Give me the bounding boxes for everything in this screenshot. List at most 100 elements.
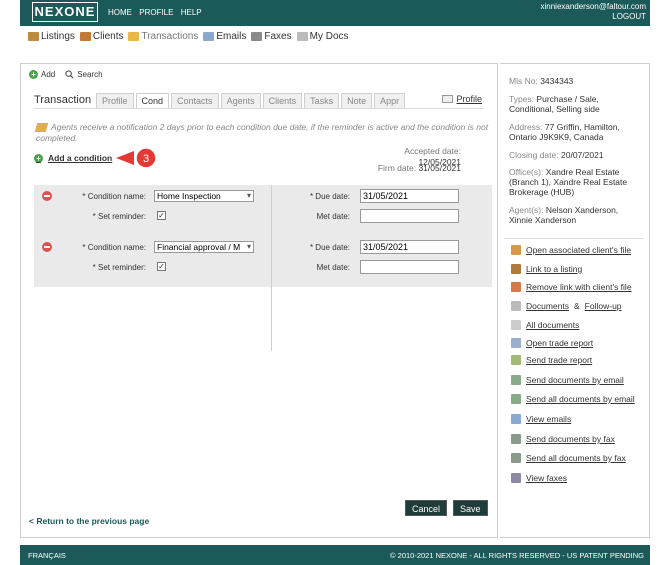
condition-name-select[interactable]: Financial approval / M <box>154 241 254 253</box>
nexone-logo[interactable]: NEXONE <box>32 2 98 22</box>
fax-send-icon <box>511 434 521 444</box>
set-reminder-checkbox[interactable]: ✓ <box>157 211 166 220</box>
action-send-documents-email[interactable]: Send documents by email <box>511 375 624 385</box>
tab-agents[interactable]: Agents <box>220 93 261 108</box>
client-file-icon <box>511 245 521 255</box>
action-send-all-documents-email[interactable]: Send all documents by email <box>511 394 635 404</box>
email-send-icon <box>511 375 521 385</box>
mls-number: Mls No: 3434343 <box>509 76 574 86</box>
condition-name-select[interactable]: Home Inspection <box>154 190 254 202</box>
docs-icon <box>296 32 308 41</box>
save-button[interactable]: Save <box>453 500 488 516</box>
conditions-area: * Condition name: Home Inspection * Set … <box>34 185 492 287</box>
tab-divider <box>34 108 484 109</box>
tab-tasks[interactable]: Tasks <box>304 93 340 108</box>
transaction-info-panel: Mls No: 3434343 Types: Purchase / Sale, … <box>500 63 650 538</box>
search-button[interactable]: Search <box>65 70 103 79</box>
documents-link[interactable]: Documents <box>526 301 569 311</box>
action-view-emails[interactable]: View emails <box>511 414 571 424</box>
due-date-input[interactable]: 31/05/2021 <box>360 240 459 254</box>
folder-icon <box>128 32 140 41</box>
tab-clients[interactable]: Clients <box>262 93 303 108</box>
action-remove-client-link[interactable]: Remove link with client's file <box>511 282 632 292</box>
set-reminder-label: * Set reminder: <box>92 263 146 272</box>
nav-my-docs[interactable]: My Docs <box>296 31 349 42</box>
action-all-documents[interactable]: All documents <box>511 320 579 330</box>
plus-icon: + <box>34 153 43 163</box>
cancel-button[interactable]: Cancel <box>405 500 448 516</box>
top-nav: HOME PROFILE HELP <box>108 8 207 17</box>
fax-send-all-icon <box>511 453 521 463</box>
action-send-documents-fax[interactable]: Send documents by fax <box>511 434 615 444</box>
profile-card-icon <box>442 95 454 103</box>
search-icon <box>65 70 74 79</box>
due-date-input[interactable]: 31/05/2021 <box>360 189 459 203</box>
follow-up-link[interactable]: Follow-up <box>585 301 622 311</box>
action-open-trade-report[interactable]: Open trade report <box>511 338 593 348</box>
user-email: xinniexanderson@faltour.com <box>540 2 646 11</box>
closing-date: Closing date: 20/07/2021 <box>509 150 604 160</box>
agents: Agent(s): Nelson Xanderson, Xinnie Xande… <box>509 205 619 225</box>
action-send-trade-report[interactable]: Send trade report <box>511 355 592 365</box>
condition-row: * Condition name: Financial approval / M… <box>34 236 492 286</box>
remove-condition-icon[interactable] <box>42 191 52 201</box>
email-send-all-icon <box>511 394 521 404</box>
tab-contacts[interactable]: Contacts <box>171 93 219 108</box>
action-link-listing[interactable]: Link to a listing <box>511 264 582 274</box>
logout-link[interactable]: LOGOUT <box>540 12 646 22</box>
nav-home[interactable]: HOME <box>108 8 132 17</box>
step-callout-badge: 3 <box>116 147 157 169</box>
view-emails-icon <box>511 414 521 424</box>
condition-name-label: * Condition name: <box>82 243 146 252</box>
set-reminder-checkbox[interactable]: ✓ <box>157 262 166 271</box>
condition-row: * Condition name: Home Inspection * Set … <box>34 185 492 235</box>
tab-appr[interactable]: Appr <box>374 93 406 108</box>
tab-cond[interactable]: Cond <box>135 93 170 108</box>
reminder-notice: Agents receive a notification 2 days pri… <box>34 122 489 143</box>
all-documents-icon <box>511 320 521 330</box>
tab-note[interactable]: Note <box>341 93 373 108</box>
nav-clients[interactable]: Clients <box>79 31 123 42</box>
due-date-label: * Due date: <box>309 192 350 201</box>
met-date-label: Met date: <box>316 263 350 272</box>
set-reminder-label: * Set reminder: <box>92 212 146 221</box>
plus-icon: + <box>29 70 38 79</box>
document-icon <box>511 301 521 311</box>
fax-icon <box>251 32 263 41</box>
add-button[interactable]: + Add <box>29 70 55 79</box>
language-link[interactable]: FRANÇAIS <box>28 551 66 560</box>
column-separator-tail <box>271 287 272 351</box>
copyright: © 2010-2021 NEXONE - ALL RIGHTS RESERVED… <box>390 551 644 560</box>
toolbar: + Add Search <box>29 70 103 79</box>
nav-profile[interactable]: PROFILE <box>139 8 173 17</box>
nav-emails[interactable]: Emails <box>203 31 246 42</box>
met-date-input[interactable] <box>360 209 459 223</box>
remove-condition-icon[interactable] <box>42 242 52 252</box>
user-info: xinniexanderson@faltour.com LOGOUT <box>540 2 646 22</box>
action-open-client-file[interactable]: Open associated client's file <box>511 245 631 255</box>
action-view-faxes[interactable]: View faxes <box>511 473 567 483</box>
tab-bar: Profile Cond Contacts Agents Clients Tas… <box>96 93 407 108</box>
nav-transactions[interactable]: Transactions <box>128 31 198 42</box>
main-nav: Listings Clients Transactions Emails Fax… <box>28 31 349 42</box>
nav-listings[interactable]: Listings <box>28 31 75 42</box>
tab-profile[interactable]: Profile <box>96 93 134 108</box>
nav-faxes[interactable]: Faxes <box>251 31 292 42</box>
envelope-icon <box>203 32 215 41</box>
return-link[interactable]: < Return to the previous page <box>29 516 149 526</box>
action-send-all-documents-fax[interactable]: Send all documents by fax <box>511 453 626 463</box>
offices: Office(s): Xandre Real Estate (Branch 1)… <box>509 167 628 197</box>
profile-link[interactable]: Profile <box>442 94 482 104</box>
transaction-types: Types: Purchase / Sale, Conditional, Sel… <box>509 94 600 114</box>
house-link-icon <box>511 264 521 274</box>
add-condition-link[interactable]: + Add a condition <box>34 153 112 163</box>
client-unlink-icon <box>511 282 521 292</box>
callout-number: 3 <box>143 153 149 165</box>
bell-icon <box>34 123 49 133</box>
nav-help[interactable]: HELP <box>181 8 202 17</box>
footer: FRANÇAIS © 2010-2021 NEXONE - ALL RIGHTS… <box>20 545 650 565</box>
met-date-input[interactable] <box>360 260 459 274</box>
view-faxes-icon <box>511 473 521 483</box>
condition-name-label: * Condition name: <box>82 192 146 201</box>
firm-date: Firm date: 31/05/2021 <box>377 163 461 173</box>
